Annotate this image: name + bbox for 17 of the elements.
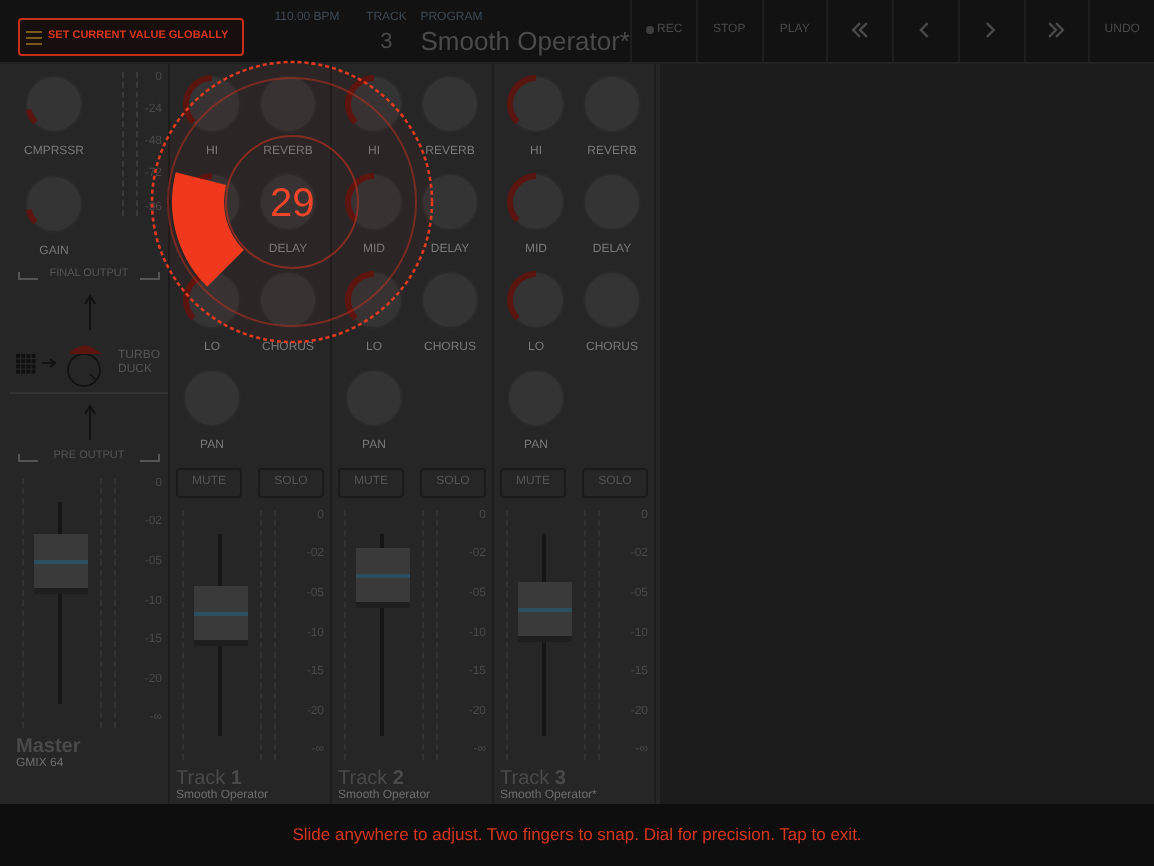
dial-value: 29 [270,181,315,226]
lines-icon [26,29,42,45]
double-chevron-icon [1044,18,1069,43]
fader-thumb[interactable] [356,547,410,608]
field-value: Smooth Operator* [420,26,630,58]
fader-thumb[interactable] [194,585,248,646]
knob[interactable] [180,71,244,136]
double-chevron-icon [848,18,873,43]
knob[interactable] [342,267,406,332]
hint-text: Slide anywhere to adjust. Two fingers to snap. Dial for precision. Tap to exit. [292,821,862,848]
knob[interactable] [342,71,406,136]
fader-thumb[interactable] [518,581,572,642]
knob[interactable] [342,169,406,234]
knob[interactable] [418,169,482,234]
field-value: 3 [380,28,393,58]
fader-thumb[interactable] [34,534,88,595]
duck-drawing [62,339,106,388]
